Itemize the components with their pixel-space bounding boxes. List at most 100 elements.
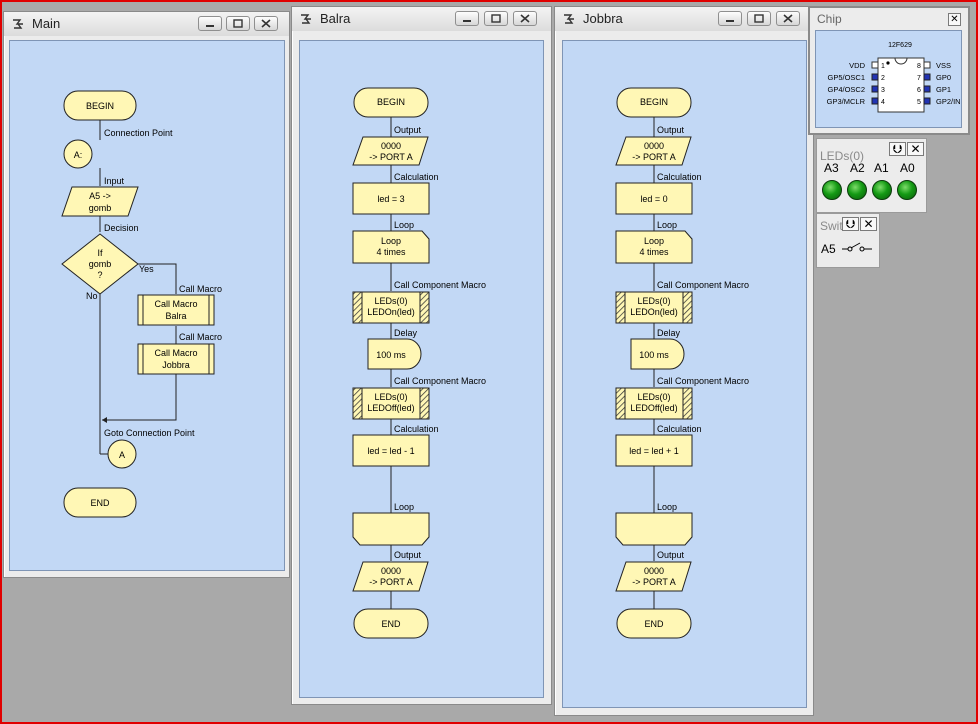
chip-pin-4-number: 4	[881, 99, 885, 106]
chip-pin-1-label: VDD	[849, 61, 865, 70]
leds-close-button[interactable]: ✕	[907, 142, 924, 156]
chip-pin-6-number: 6	[917, 87, 921, 94]
chip-pin-3[interactable]	[871, 85, 879, 93]
main-decision-no: No	[86, 291, 98, 301]
balra-minimize-button[interactable]	[455, 11, 479, 26]
balra-output-1-text-2: -> PORT A	[369, 152, 412, 162]
balra-calc-2-text: led = led - 1	[367, 446, 414, 456]
main-maximize-button[interactable]	[226, 16, 250, 31]
jobbra-titlebar[interactable]: Jobbra	[555, 7, 813, 31]
jobbra-loop-end[interactable]	[615, 512, 693, 546]
switch-collapse-button[interactable]: ⮋	[842, 217, 859, 231]
balra-loop-text-2: 4 times	[376, 247, 406, 257]
jobbra-output-1-text-1: 0000	[644, 141, 664, 151]
chip-pin-2[interactable]	[871, 73, 879, 81]
balra-component-label-1: Call Component Macro	[394, 280, 486, 290]
balra-component-label-2: Call Component Macro	[394, 376, 486, 386]
jobbra-component-2-text-1: LEDs(0)	[637, 392, 670, 402]
main-call-macro-label-2: Call Macro	[179, 332, 222, 342]
main-input-text-1: A5 ->	[89, 191, 111, 201]
jobbra-begin-text: BEGIN	[640, 97, 668, 107]
main-flowchart-canvas[interactable]: BEGIN Connection Point A: Input A5 -> go…	[9, 40, 285, 571]
chip-pin-5[interactable]	[923, 97, 931, 105]
chip-close-button[interactable]: ✕	[948, 13, 961, 26]
chip-pin-8-label: VSS	[936, 61, 951, 70]
jobbra-minimize-button[interactable]	[718, 11, 742, 26]
main-input-text-2: gomb	[89, 203, 112, 213]
jobbra-component-1-text-1: LEDs(0)	[637, 296, 670, 306]
jobbra-output-label-2: Output	[657, 550, 685, 560]
chip-pin-1[interactable]	[871, 61, 879, 69]
main-titlebar[interactable]: Main	[4, 12, 289, 36]
balra-component-1-text-2: LEDOn(led)	[367, 307, 415, 317]
balra-delay-text: 100 ms	[376, 350, 406, 360]
switch-toggle-icon[interactable]	[842, 241, 874, 255]
chip-pin-8-number: 8	[917, 63, 921, 70]
balra-maximize-button[interactable]	[484, 11, 508, 26]
balra-calc-label-2: Calculation	[394, 424, 439, 434]
jobbra-delay-label: Delay	[657, 328, 681, 338]
leds-panel[interactable]: LEDs(0) ⮋ ✕ A3 A2 A1 A0	[816, 138, 927, 213]
chip-pin-4[interactable]	[871, 97, 879, 105]
led-a3	[822, 180, 842, 200]
jobbra-component-label-2: Call Component Macro	[657, 376, 749, 386]
jobbra-output-2-text-1: 0000	[644, 566, 664, 576]
balra-flowchart-canvas[interactable]: BEGIN Output 0000 -> PORT A Calculation …	[299, 40, 544, 698]
chip-pin-8[interactable]	[923, 61, 931, 69]
chip-panel-title: Chip	[817, 12, 842, 26]
jobbra-close-button[interactable]	[776, 11, 800, 26]
balra-close-button[interactable]	[513, 11, 537, 26]
chip-pin-7-label: GP0	[936, 73, 951, 82]
chip-pin-4-label: GP3/MCLR	[827, 97, 866, 106]
chip-pin-6[interactable]	[923, 85, 931, 93]
switch-panel-title: Swit	[820, 219, 843, 233]
chip-panel[interactable]: Chip ✕ 12F629 VDD GP5/OSC1 GP4/OSC2 GP3/…	[808, 6, 970, 135]
balra-output-2-text-1: 0000	[381, 566, 401, 576]
main-connection-point-text: A:	[74, 150, 83, 160]
jobbra-loop-label-2: Loop	[657, 502, 677, 512]
jobbra-calc-2-text: led = led + 1	[629, 446, 679, 456]
balra-loop-label-1: Loop	[394, 220, 414, 230]
jobbra-window[interactable]: Jobbra BEGIN Output 0000 -> PORT A Calcu…	[554, 6, 814, 716]
chip-pin-2-number: 2	[881, 75, 885, 82]
main-window[interactable]: Main BEGIN Connection Point A: Input A5 …	[3, 11, 290, 578]
chip-model-text: 12F629	[888, 42, 912, 49]
jobbra-flowchart-canvas[interactable]: BEGIN Output 0000 -> PORT A Calculation …	[562, 40, 807, 708]
flowchart-icon	[564, 14, 574, 24]
chip-view[interactable]: 12F629 VDD GP5/OSC1 GP4/OSC2 GP3/MCLR 1 …	[815, 30, 962, 128]
main-begin-text: BEGIN	[86, 101, 114, 111]
balra-output-1-text-1: 0000	[381, 141, 401, 151]
switch-close-button[interactable]: ✕	[860, 217, 877, 231]
jobbra-maximize-button[interactable]	[747, 11, 771, 26]
balra-titlebar[interactable]: Balra	[292, 7, 551, 31]
chip-pin-5-number: 5	[917, 99, 921, 106]
main-goto-text: A	[119, 450, 125, 460]
main-minimize-button[interactable]	[198, 16, 222, 31]
chip-pin-1-number: 1	[881, 63, 885, 70]
balra-window[interactable]: Balra BEGIN Output 0000 -> PORT A Calcul…	[291, 6, 552, 705]
switch-label-a5: A5	[821, 242, 836, 256]
main-decision-text-1: If	[97, 248, 103, 258]
jobbra-title: Jobbra	[583, 11, 623, 26]
main-end-text: END	[90, 498, 110, 508]
main-connection-point-label: Connection Point	[104, 128, 173, 138]
jobbra-component-label-1: Call Component Macro	[657, 280, 749, 290]
chip-pin-5-label: GP2/IN	[936, 97, 961, 106]
jobbra-delay-text: 100 ms	[639, 350, 669, 360]
main-close-button[interactable]	[254, 16, 278, 31]
balra-output-2-text-2: -> PORT A	[369, 577, 412, 587]
jobbra-component-1-text-2: LEDOn(led)	[630, 307, 678, 317]
main-decision-text-2: gomb	[89, 259, 112, 269]
chip-pin-7[interactable]	[923, 73, 931, 81]
main-call-macro-balra-text-1: Call Macro	[154, 299, 197, 309]
leds-collapse-button[interactable]: ⮋	[889, 142, 906, 156]
balra-output-label-2: Output	[394, 550, 422, 560]
switch-panel[interactable]: Swit ⮋ ✕ A5	[816, 213, 880, 268]
jobbra-calc-1-text: led = 0	[640, 194, 667, 204]
jobbra-output-1-text-2: -> PORT A	[632, 152, 675, 162]
balra-loop-end[interactable]	[352, 512, 430, 546]
led-a1	[872, 180, 892, 200]
jobbra-loop-text-1: Loop	[644, 236, 664, 246]
main-call-macro-balra-text-2: Balra	[165, 311, 186, 321]
main-call-macro-jobbra-text-1: Call Macro	[154, 348, 197, 358]
